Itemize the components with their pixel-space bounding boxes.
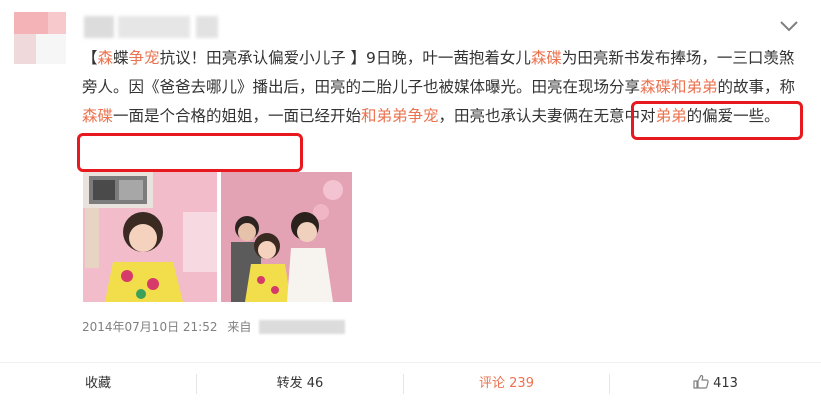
action-bar: 收藏 转发 46 评论 239 413	[0, 363, 821, 402]
collect-button[interactable]: 收藏	[0, 363, 196, 402]
highlight-keyword[interactable]: 森碟	[82, 107, 113, 125]
post-paragraph: 【森蝶争宠抗议！田亮承认偏爱小儿子 】9日晚，叶一茜抱着女儿森碟为田亮新书发布捧…	[82, 44, 800, 131]
post-meta: 2014年07月10日 21:52 来自	[82, 318, 346, 335]
post-text-segment: 蝶	[113, 49, 129, 67]
post-timestamp[interactable]: 2014年07月10日 21:52	[82, 320, 217, 334]
highlight-keyword[interactable]: 弟弟	[656, 107, 687, 125]
post-text-segment: 【	[82, 49, 98, 67]
post-text-segment: 的故事，称	[717, 78, 796, 96]
post-text-segment: 的偏爱一些。	[686, 107, 780, 125]
chevron-down-icon[interactable]	[778, 18, 800, 34]
username-blurred[interactable]	[84, 16, 114, 38]
like-button[interactable]: 413	[610, 363, 821, 402]
photo-girl-holding-book[interactable]	[83, 172, 217, 302]
username-blurred-2	[118, 16, 190, 38]
post-text-segment: ，田亮也承认夫妻俩在无意中对	[438, 107, 656, 125]
photo-family[interactable]	[221, 172, 352, 302]
highlight-keyword[interactable]: 森	[98, 49, 114, 67]
post-source-label: 来自	[227, 320, 252, 334]
annotation-box-line4	[77, 133, 303, 172]
avatar[interactable]	[14, 12, 66, 64]
thumbs-up-icon	[693, 374, 709, 389]
highlight-keyword[interactable]: 争宠	[129, 49, 160, 67]
post-text: 【森蝶争宠抗议！田亮承认偏爱小儿子 】9日晚，叶一茜抱着女儿森碟为田亮新书发布捧…	[82, 44, 800, 131]
highlight-keyword[interactable]: 和弟弟争宠	[361, 107, 439, 125]
post-source-blurred[interactable]	[259, 319, 346, 334]
highlight-keyword[interactable]: 森碟和弟弟	[640, 78, 718, 96]
post-text-segment: 一面是个合格的姐姐，一面已经开始	[113, 107, 362, 125]
like-count: 413	[713, 376, 738, 391]
username-blurred-3	[196, 16, 218, 38]
highlight-keyword[interactable]: 森碟	[531, 49, 562, 67]
post-text-segment: 抗议！田亮承认偏爱小儿子 】9日晚，叶一茜抱着女儿	[159, 49, 531, 67]
comment-button[interactable]: 评论 239	[404, 363, 609, 402]
repost-button[interactable]: 转发 46	[197, 363, 403, 402]
